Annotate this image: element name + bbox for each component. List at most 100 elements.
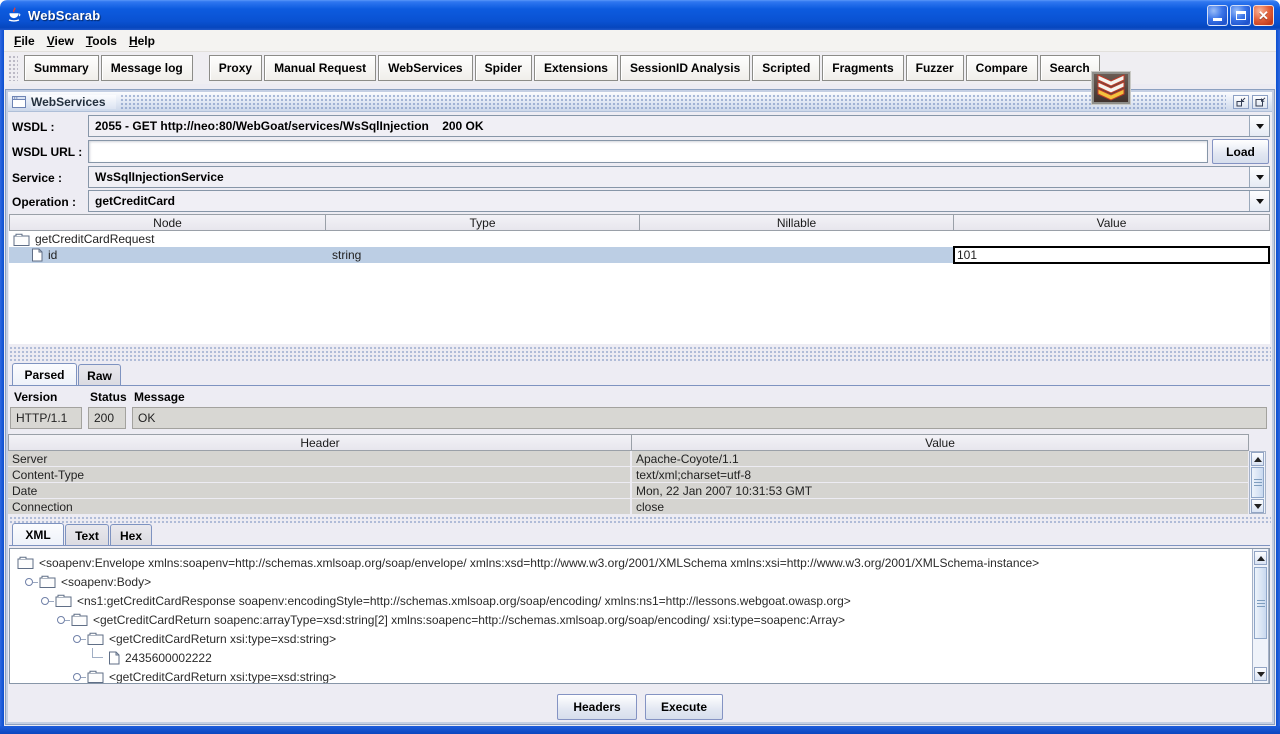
tree-expand-handle[interactable] [73, 673, 81, 681]
tree-expand-handle[interactable] [41, 597, 49, 605]
scroll-down-button[interactable] [1254, 667, 1267, 681]
maximize-icon [1236, 11, 1246, 20]
column-header-nillable[interactable]: Nillable [639, 214, 954, 231]
column-header-header-value[interactable]: Value [631, 434, 1249, 451]
column-header-value[interactable]: Value [953, 214, 1270, 231]
operation-combobox[interactable]: getCreditCard [88, 190, 1270, 212]
scroll-down-button[interactable] [1251, 499, 1264, 513]
wsdl-dropdown-button[interactable] [1249, 116, 1269, 136]
column-header-node[interactable]: Node [9, 214, 326, 231]
tree-expand-handle[interactable] [73, 635, 81, 643]
toolbar-compare[interactable]: Compare [966, 55, 1038, 81]
tree-expand-handle[interactable] [25, 578, 33, 586]
type-cell: string [332, 248, 361, 262]
tab-hex[interactable]: Hex [110, 524, 152, 546]
version-label: Version [14, 390, 57, 404]
toolbar-fuzzer[interactable]: Fuzzer [906, 55, 964, 81]
tab-divider [9, 385, 1270, 386]
toolbar-message-log[interactable]: Message log [101, 55, 193, 81]
menu-tools[interactable]: Tools [86, 34, 117, 48]
toolbar-manual-request[interactable]: Manual Request [264, 55, 376, 81]
window-border [0, 30, 4, 734]
frame-iconify-button[interactable] [1233, 95, 1249, 109]
message-field: OK [132, 407, 1267, 429]
tree-expand-handle[interactable] [57, 616, 65, 624]
tab-divider [9, 545, 1270, 546]
toolbar-drag-handle[interactable] [8, 55, 18, 81]
frame-titlebar-texture [120, 94, 1226, 109]
minimize-button[interactable] [1207, 5, 1228, 26]
close-button[interactable]: ✕ [1253, 5, 1274, 26]
xml-node-text: <getCreditCardReturn xsi:type=xsd:string… [109, 670, 336, 684]
toolbar-webservices[interactable]: WebServices [378, 55, 473, 81]
frame-titlebar[interactable]: WebServices [8, 92, 1272, 112]
header-name-cell[interactable]: Server [8, 451, 630, 466]
header-value-cell[interactable]: text/xml;charset=utf-8 [632, 467, 1248, 482]
xml-scrollbar[interactable] [1252, 549, 1269, 683]
column-header-header[interactable]: Header [8, 434, 632, 451]
xml-node-text: <ns1:getCreditCardResponse soapenv:encod… [77, 594, 851, 608]
window-title: WebScarab [28, 8, 100, 23]
xml-tree-row[interactable]: 2435600002222 [13, 648, 1247, 667]
horizontal-splitter[interactable] [9, 346, 1271, 361]
service-dropdown-button[interactable] [1249, 167, 1269, 187]
toolbar-summary[interactable]: Summary [24, 55, 99, 81]
request-tree-row-root[interactable]: getCreditCardRequest [9, 231, 1270, 247]
toolbar-fragments[interactable]: Fragments [822, 55, 903, 81]
xml-tree-row[interactable]: <getCreditCardReturn xsi:type=xsd:string… [13, 667, 1247, 684]
folder-icon [17, 556, 34, 569]
service-combobox[interactable]: WsSqlInjectionService [88, 166, 1270, 188]
scrollbar-thumb[interactable] [1254, 567, 1267, 639]
wsdl-label: WSDL : [12, 120, 54, 134]
frame-maximize-button[interactable] [1252, 95, 1268, 109]
menubar: File View Tools Help [4, 30, 1276, 52]
toolbar-spider[interactable]: Spider [475, 55, 532, 81]
toolbar-extensions[interactable]: Extensions [534, 55, 618, 81]
tab-text[interactable]: Text [65, 524, 109, 546]
operation-dropdown-button[interactable] [1249, 191, 1269, 211]
xml-tree-row[interactable]: <soapenv:Envelope xmlns:soapenv=http://s… [13, 553, 1247, 572]
headers-button[interactable]: Headers [557, 694, 637, 720]
toolbar-proxy[interactable]: Proxy [209, 55, 262, 81]
horizontal-splitter-thin[interactable] [9, 516, 1271, 523]
wsdl-url-label: WSDL URL : [12, 145, 82, 159]
xml-tree-row[interactable]: <ns1:getCreditCardResponse soapenv:encod… [13, 591, 1247, 610]
menu-file[interactable]: File [14, 34, 35, 48]
frame-title: WebServices [31, 95, 116, 109]
header-name-cell[interactable]: Content-Type [8, 467, 630, 482]
header-value-cell[interactable]: Apache-Coyote/1.1 [632, 451, 1248, 466]
header-name-cell[interactable]: Connection [8, 499, 630, 514]
load-button[interactable]: Load [1212, 139, 1269, 164]
node-label: getCreditCardRequest [35, 232, 154, 246]
header-value-cell[interactable]: close [632, 499, 1248, 514]
xml-tree-row[interactable]: <getCreditCardReturn xsi:type=xsd:string… [13, 629, 1247, 648]
header-name-cell[interactable]: Date [8, 483, 630, 498]
tab-xml[interactable]: XML [12, 523, 64, 545]
menu-help[interactable]: Help [129, 34, 155, 48]
triangle-down-icon [1257, 672, 1265, 677]
window-titlebar[interactable]: WebScarab ✕ [0, 0, 1280, 30]
xml-tree-row[interactable]: <getCreditCardReturn soapenc:arrayType=x… [13, 610, 1247, 629]
toolbar-scripted[interactable]: Scripted [752, 55, 820, 81]
wsdl-combobox[interactable]: 2055 - GET http://neo:80/WebGoat/service… [88, 115, 1270, 137]
version-field: HTTP/1.1 [10, 407, 82, 429]
request-tree-row-id[interactable]: id string 101 [9, 247, 1270, 263]
xml-tree-row[interactable]: <soapenv:Body> [13, 572, 1247, 591]
triangle-up-icon [1254, 457, 1262, 462]
scroll-up-button[interactable] [1254, 551, 1267, 565]
wsdl-url-input[interactable] [88, 140, 1208, 163]
maximize-button[interactable] [1230, 5, 1251, 26]
execute-button[interactable]: Execute [645, 694, 723, 720]
value-editor-cell[interactable]: 101 [953, 246, 1270, 264]
tab-raw[interactable]: Raw [78, 364, 121, 386]
toolbar-sessionid-analysis[interactable]: SessionID Analysis [620, 55, 750, 81]
column-header-node-type[interactable]: Type [325, 214, 640, 231]
headers-scrollbar[interactable] [1249, 451, 1266, 514]
toolbar-search[interactable]: Search [1040, 55, 1100, 81]
scrollbar-thumb[interactable] [1251, 467, 1264, 498]
header-value-cell[interactable]: Mon, 22 Jan 2007 10:31:53 GMT [632, 483, 1248, 498]
tab-parsed[interactable]: Parsed [12, 363, 77, 385]
folder-icon [71, 613, 88, 626]
menu-view[interactable]: View [47, 34, 74, 48]
scroll-up-button[interactable] [1251, 452, 1264, 466]
